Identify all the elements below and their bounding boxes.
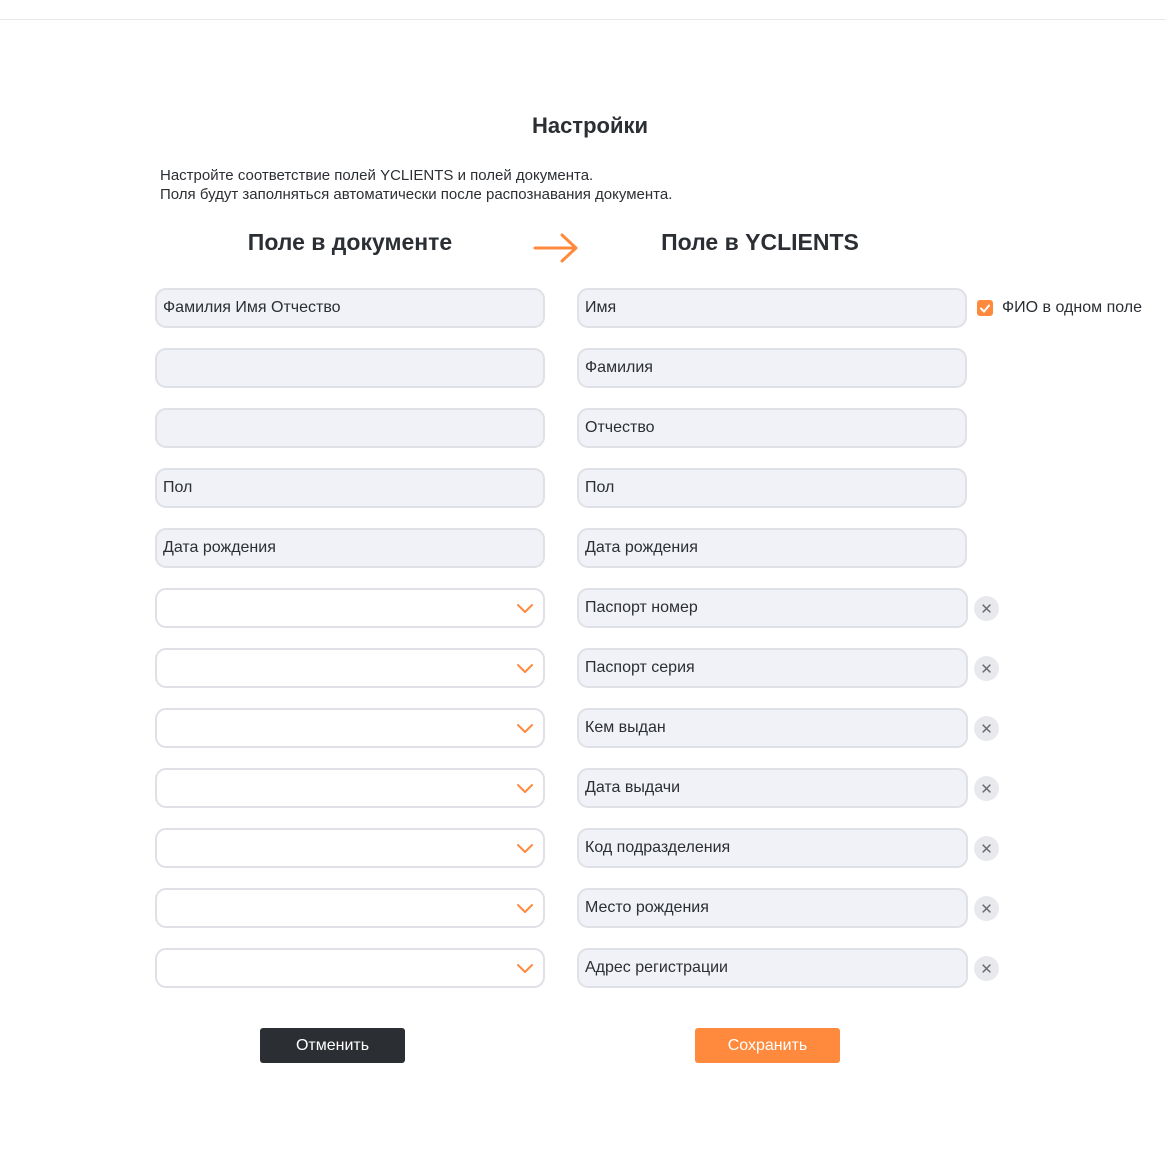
remove-row-button[interactable]: ✕ [974,716,999,741]
close-icon: ✕ [980,840,993,858]
yclients-field-birth-place[interactable]: Место рождения [577,888,968,928]
check-icon [980,304,990,312]
yclients-field-gender[interactable]: Пол [577,468,967,508]
document-select[interactable] [155,588,545,628]
close-icon: ✕ [980,900,993,918]
document-field-empty[interactable] [155,408,545,448]
yclients-field-last-name[interactable]: Фамилия [577,348,967,388]
page-description: Настройте соответствие полей YCLIENTS и … [160,166,672,204]
description-line-1: Настройте соответствие полей YCLIENTS и … [160,167,594,184]
document-field-empty[interactable] [155,348,545,388]
fio-checkbox[interactable] [977,300,993,316]
remove-row-button[interactable]: ✕ [974,956,999,981]
yclients-field-first-name[interactable]: Имя [577,288,967,328]
chevron-down-icon [517,784,533,793]
document-select[interactable] [155,708,545,748]
chevron-down-icon [517,844,533,853]
save-button[interactable]: Сохранить [695,1028,840,1063]
top-divider [0,19,1166,20]
document-select[interactable] [155,768,545,808]
chevron-down-icon [517,904,533,913]
chevron-down-icon [517,664,533,673]
fio-checkbox-label: ФИО в одном поле [1002,299,1143,316]
remove-row-button[interactable]: ✕ [974,836,999,861]
description-line-2: Поля будут заполняться автоматически пос… [160,186,673,203]
chevron-down-icon [517,604,533,613]
cancel-button[interactable]: Отменить [260,1028,405,1063]
close-icon: ✕ [980,720,993,738]
yclients-field-registration-address[interactable]: Адрес регистрации [577,948,968,988]
document-select[interactable] [155,648,545,688]
yclients-column-header: Поле в YCLIENTS [661,229,859,255]
yclients-field-department-code[interactable]: Код подразделения [577,828,968,868]
close-icon: ✕ [980,600,993,618]
yclients-field-patronymic[interactable]: Отчество [577,408,967,448]
remove-row-button[interactable]: ✕ [974,776,999,801]
chevron-down-icon [517,964,533,973]
yclients-field-issued-by[interactable]: Кем выдан [577,708,968,748]
document-select[interactable] [155,828,545,868]
yclients-field-passport-series[interactable]: Паспорт серия [577,648,968,688]
document-column-header: Поле в документе [247,229,453,255]
close-icon: ✕ [980,960,993,978]
close-icon: ✕ [980,780,993,798]
close-icon: ✕ [980,660,993,678]
yclients-field-issue-date[interactable]: Дата выдачи [577,768,968,808]
fio-single-field-toggle[interactable]: ФИО в одном поле [977,299,1142,317]
document-select[interactable] [155,888,545,928]
document-field-gender[interactable]: Пол [155,468,545,508]
chevron-down-icon [517,724,533,733]
remove-row-button[interactable]: ✕ [974,896,999,921]
yclients-field-birth-date[interactable]: Дата рождения [577,528,967,568]
remove-row-button[interactable]: ✕ [974,656,999,681]
document-field-birth-date[interactable]: Дата рождения [155,528,545,568]
arrow-right-icon [533,233,578,263]
yclients-field-passport-number[interactable]: Паспорт номер [577,588,968,628]
remove-row-button[interactable]: ✕ [974,596,999,621]
document-select[interactable] [155,948,545,988]
page-title: Настройки [531,113,649,138]
document-field-fio[interactable]: Фамилия Имя Отчество [155,288,545,328]
